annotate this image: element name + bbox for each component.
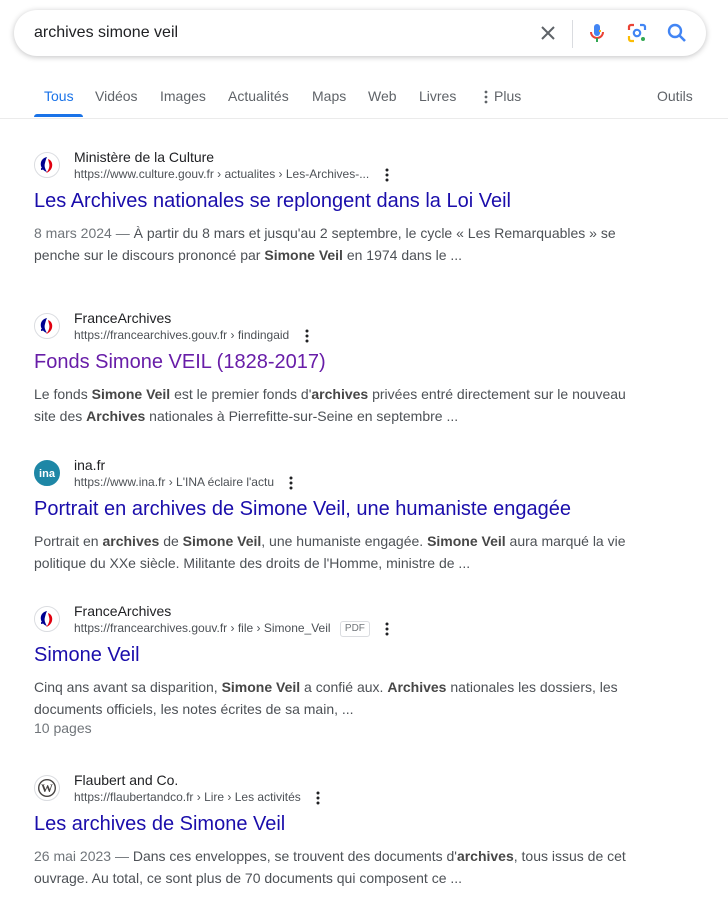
tools-button[interactable]: Outils — [657, 88, 693, 104]
snippet-text: Portrait en — [34, 533, 103, 549]
site-url[interactable]: https://francearchives.gouv.fr › file › … — [74, 621, 389, 637]
site-url[interactable]: https://www.ina.fr › L'INA éclaire l'act… — [74, 475, 293, 490]
snippet-text: est le premier fonds d' — [170, 386, 312, 402]
tab-maps[interactable]: Maps — [312, 88, 346, 104]
more-vert-icon[interactable] — [385, 168, 389, 182]
result-title-link[interactable]: Les archives de Simone Veil — [34, 811, 285, 837]
snippet-text: en 1974 dans le ... — [342, 247, 463, 263]
svg-text:W: W — [41, 781, 53, 795]
more-vert-icon[interactable] — [316, 791, 320, 805]
site-name: ina.fr — [74, 457, 106, 473]
svg-text:ina: ina — [39, 468, 56, 480]
result-title-link[interactable]: Fonds Simone VEIL (1828-2017) — [34, 349, 326, 375]
tab-more[interactable]: Plus — [484, 88, 521, 104]
snippet-highlight: Simone Veil — [264, 247, 343, 263]
snippet-text: Le fonds — [34, 386, 92, 402]
snippet-highlight: Simone Veil — [182, 533, 262, 549]
result-date: 8 mars 2024 — — [34, 225, 130, 241]
result-date: 26 mai 2023 — — [34, 848, 129, 864]
page-count: 10 pages — [34, 720, 92, 736]
active-tab-indicator — [34, 114, 83, 117]
site-name: FranceArchives — [74, 310, 172, 326]
snippet-text: Dans ces enveloppes, se trouvent des doc… — [128, 848, 457, 864]
snippet-text: nationales à Pierrefitte-sur-Seine en se… — [145, 408, 459, 424]
microphone-icon[interactable] — [585, 21, 609, 45]
site-name: FranceArchives — [74, 603, 172, 619]
site-name: Ministère de la Culture — [74, 149, 215, 165]
url-text: https://francearchives.gouv.fr › finding… — [74, 328, 290, 342]
tab-books[interactable]: Livres — [419, 88, 456, 104]
result-title-link[interactable]: Portrait en archives de Simone Veil, une… — [34, 496, 571, 522]
result-snippet: 26 mai 2023 — Dans ces enveloppes, se tr… — [34, 845, 634, 889]
snippet-text: , une humaniste engagée. — [261, 533, 428, 549]
snippet-highlight: Archives — [387, 679, 447, 695]
snippet-highlight: archives — [102, 533, 160, 549]
search-icon[interactable] — [665, 21, 689, 45]
more-vert-icon[interactable] — [289, 476, 293, 490]
snippet-highlight: Simone Veil — [221, 679, 301, 695]
search-divider — [572, 20, 573, 48]
site-url[interactable]: https://www.culture.gouv.fr › actualites… — [74, 167, 389, 182]
tab-more-label: Plus — [494, 88, 522, 104]
ina-logo-icon: ina — [34, 460, 60, 486]
snippet-text: de — [159, 533, 183, 549]
result-title-link[interactable]: Simone Veil — [34, 642, 140, 668]
marianne-logo-icon — [34, 313, 60, 339]
more-vert-icon — [484, 90, 488, 104]
search-input[interactable] — [34, 23, 514, 43]
search-box[interactable] — [14, 10, 706, 56]
result-snippet: Portrait en archives de Simone Veil, une… — [34, 530, 634, 574]
clear-icon[interactable] — [536, 21, 560, 45]
snippet-highlight: Archives — [86, 408, 146, 424]
more-vert-icon[interactable] — [385, 622, 389, 636]
site-url[interactable]: https://francearchives.gouv.fr › finding… — [74, 328, 309, 343]
result-snippet: Cinq ans avant sa disparition, Simone Ve… — [34, 676, 634, 720]
marianne-logo-icon — [34, 152, 60, 178]
tab-videos[interactable]: Vidéos — [95, 88, 138, 104]
tab-images[interactable]: Images — [160, 88, 206, 104]
snippet-text: Cinq ans avant sa disparition, — [34, 679, 222, 695]
snippet-highlight: archives — [456, 848, 514, 864]
result-title-link[interactable]: Les Archives nationales se replongent da… — [34, 188, 511, 214]
url-text: https://www.ina.fr › L'INA éclaire l'act… — [74, 475, 274, 489]
site-name: Flaubert and Co. — [74, 772, 179, 788]
lens-icon[interactable] — [625, 21, 649, 45]
tab-news[interactable]: Actualités — [228, 88, 289, 104]
result-snippet: Le fonds Simone Veil est le premier fond… — [34, 383, 634, 427]
snippet-text: a confié aux. — [300, 679, 388, 695]
wordpress-logo-icon: W — [34, 775, 60, 801]
file-type-badge: PDF — [339, 621, 370, 637]
snippet-highlight: Simone Veil — [91, 386, 171, 402]
tab-web[interactable]: Web — [368, 88, 397, 104]
snippet-highlight: Simone Veil — [427, 533, 506, 549]
more-vert-icon[interactable] — [305, 329, 309, 343]
url-text: https://francearchives.gouv.fr › file › … — [74, 621, 331, 636]
url-text: https://flaubertandco.fr › Lire › Les ac… — [74, 790, 301, 804]
marianne-logo-icon — [34, 606, 60, 632]
result-snippet: 8 mars 2024 — À partir du 8 mars et jusq… — [34, 222, 634, 266]
search-tabs: Tous Vidéos Images Actualités Maps Web L… — [0, 78, 728, 119]
url-text: https://www.culture.gouv.fr › actualites… — [74, 167, 370, 181]
site-url[interactable]: https://flaubertandco.fr › Lire › Les ac… — [74, 790, 320, 805]
tab-all[interactable]: Tous — [44, 88, 74, 104]
snippet-highlight: archives — [311, 386, 369, 402]
